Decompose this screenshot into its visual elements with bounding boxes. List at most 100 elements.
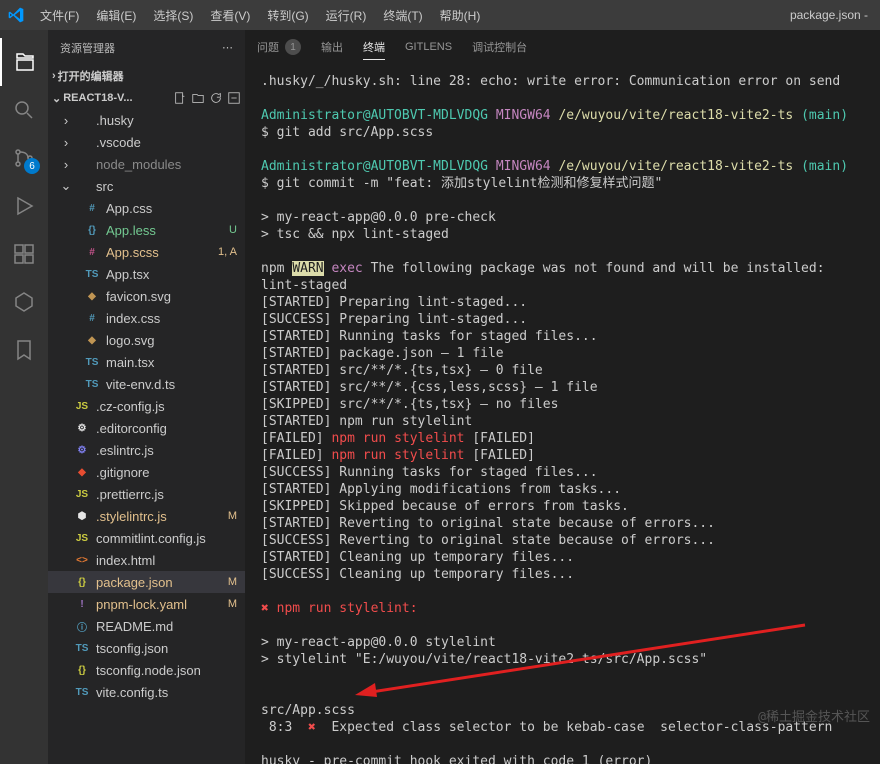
menu-go[interactable]: 转到(G) <box>259 3 316 28</box>
file-icon: JS <box>74 486 90 502</box>
activity-remote-icon[interactable] <box>0 278 48 326</box>
file-icon: JS <box>74 398 90 414</box>
open-editors-label: 打开的编辑器 <box>58 68 124 84</box>
activity-explorer-icon[interactable] <box>0 38 48 86</box>
tree-file[interactable]: TS App.tsx <box>48 263 245 285</box>
problems-count-badge: 1 <box>285 39 301 55</box>
item-label: App.css <box>106 201 237 216</box>
sidebar-more-icon[interactable]: ⋯ <box>222 41 233 54</box>
item-label: .gitignore <box>96 465 237 480</box>
menu-selection[interactable]: 选择(S) <box>145 3 201 28</box>
file-icon: {} <box>74 662 90 678</box>
sidebar: 资源管理器 ⋯ › 打开的编辑器 ⌄ REACT18-V... ›.husky›… <box>48 30 245 764</box>
tree-folder[interactable]: ›node_modules <box>48 153 245 175</box>
menu-edit[interactable]: 编辑(E) <box>88 3 144 28</box>
file-icon: TS <box>74 640 90 656</box>
file-icon: ⓘ <box>74 618 90 634</box>
menu-run[interactable]: 运行(R) <box>318 3 375 28</box>
file-icon: ◆ <box>74 464 90 480</box>
git-decoration: 1, A <box>218 246 237 258</box>
tree-file[interactable]: ⚙.eslintrc.js <box>48 439 245 461</box>
tree-file[interactable]: TStsconfig.json <box>48 637 245 659</box>
tab-terminal[interactable]: 终端 <box>363 35 385 60</box>
tree-file[interactable]: JS .prettierrc.js <box>48 483 245 505</box>
file-icon: # <box>84 310 100 326</box>
new-folder-icon[interactable] <box>191 91 205 105</box>
tab-debug-console[interactable]: 调试控制台 <box>472 35 527 59</box>
editor-area: 问题1 输出 终端 GITLENS 调试控制台 .husky/_/husky.s… <box>245 30 880 764</box>
tree-file[interactable]: #App.scss1, A <box>48 241 245 263</box>
item-label: App.less <box>106 223 229 238</box>
activity-bookmark-icon[interactable] <box>0 326 48 374</box>
tree-folder[interactable]: ›.husky <box>48 109 245 131</box>
menu-view[interactable]: 查看(V) <box>202 3 258 28</box>
activity-debug-icon[interactable] <box>0 182 48 230</box>
activity-extensions-icon[interactable] <box>0 230 48 278</box>
file-icon: ◆ <box>84 288 100 304</box>
tab-output[interactable]: 输出 <box>321 35 343 59</box>
item-label: src <box>96 179 237 194</box>
tree-file[interactable]: TSmain.tsx <box>48 351 245 373</box>
item-label: vite-env.d.ts <box>106 377 237 392</box>
menu-file[interactable]: 文件(F) <box>32 3 87 28</box>
tree-file[interactable]: ⬢.stylelintrc.jsM <box>48 505 245 527</box>
terminal-output[interactable]: .husky/_/husky.sh: line 28: echo: write … <box>245 65 880 764</box>
tree-file[interactable]: ⓘREADME.md <box>48 615 245 637</box>
file-icon: JS <box>74 530 90 546</box>
open-editors-section[interactable]: › 打开的编辑器 <box>48 65 245 87</box>
chevron-icon: ⌄ <box>58 178 74 194</box>
git-decoration: M <box>228 576 237 588</box>
file-icon: # <box>84 244 100 260</box>
tree-file[interactable]: # index.css <box>48 307 245 329</box>
menu-terminal[interactable]: 终端(T) <box>375 3 430 28</box>
menu-help[interactable]: 帮助(H) <box>432 3 489 28</box>
item-label: .prettierrc.js <box>96 487 237 502</box>
tree-file[interactable]: TSvite.config.ts <box>48 681 245 703</box>
tree-file[interactable]: ⚙ .editorconfig <box>48 417 245 439</box>
activity-search-icon[interactable] <box>0 86 48 134</box>
refresh-icon[interactable] <box>209 91 223 105</box>
item-label: .husky <box>96 113 237 128</box>
file-icon: TS <box>84 266 100 282</box>
file-icon: <> <box>74 552 90 568</box>
item-label: node_modules <box>96 157 237 172</box>
tree-file[interactable]: {}tsconfig.node.json <box>48 659 245 681</box>
tree-file[interactable]: TSvite-env.d.ts <box>48 373 245 395</box>
tree-file[interactable]: {}App.lessU <box>48 219 245 241</box>
tree-file[interactable]: ◆favicon.svg <box>48 285 245 307</box>
git-decoration: U <box>229 224 237 236</box>
chevron-right-icon: › <box>52 70 56 82</box>
tree-folder[interactable]: ⌄ src <box>48 175 245 197</box>
tab-problems[interactable]: 问题1 <box>257 35 301 59</box>
titlebar-filename: package.json - <box>790 8 872 22</box>
tree-file[interactable]: ◆ .gitignore <box>48 461 245 483</box>
project-section[interactable]: ⌄ REACT18-V... <box>48 87 245 109</box>
file-icon: TS <box>84 354 100 370</box>
file-icon: ⚙ <box>74 420 90 436</box>
tree-file[interactable]: JS.cz-config.js <box>48 395 245 417</box>
tree-file[interactable]: {}package.jsonM <box>48 571 245 593</box>
new-file-icon[interactable] <box>173 91 187 105</box>
tree-file[interactable]: <>index.html <box>48 549 245 571</box>
item-label: App.tsx <box>106 267 237 282</box>
sidebar-header: 资源管理器 ⋯ <box>48 30 245 65</box>
activity-scm-icon[interactable]: 6 <box>0 134 48 182</box>
folder-icon <box>74 178 90 194</box>
item-label: .editorconfig <box>96 421 237 436</box>
item-label: package.json <box>96 575 228 590</box>
watermark: @稀土掘金技术社区 <box>758 709 870 726</box>
item-label: index.css <box>106 311 237 326</box>
tree-folder[interactable]: ›.vscode <box>48 131 245 153</box>
scm-badge: 6 <box>24 158 40 174</box>
item-label: logo.svg <box>106 333 237 348</box>
collapse-icon[interactable] <box>227 91 241 105</box>
tree-file[interactable]: #App.css <box>48 197 245 219</box>
item-label: pnpm-lock.yaml <box>96 597 228 612</box>
vscode-icon <box>8 7 24 23</box>
tree-file[interactable]: JS commitlint.config.js <box>48 527 245 549</box>
tree-file[interactable]: !pnpm-lock.yamlM <box>48 593 245 615</box>
item-label: commitlint.config.js <box>96 531 237 546</box>
file-icon: ⚙ <box>74 442 90 458</box>
tree-file[interactable]: ◆logo.svg <box>48 329 245 351</box>
tab-gitlens[interactable]: GITLENS <box>405 37 452 57</box>
